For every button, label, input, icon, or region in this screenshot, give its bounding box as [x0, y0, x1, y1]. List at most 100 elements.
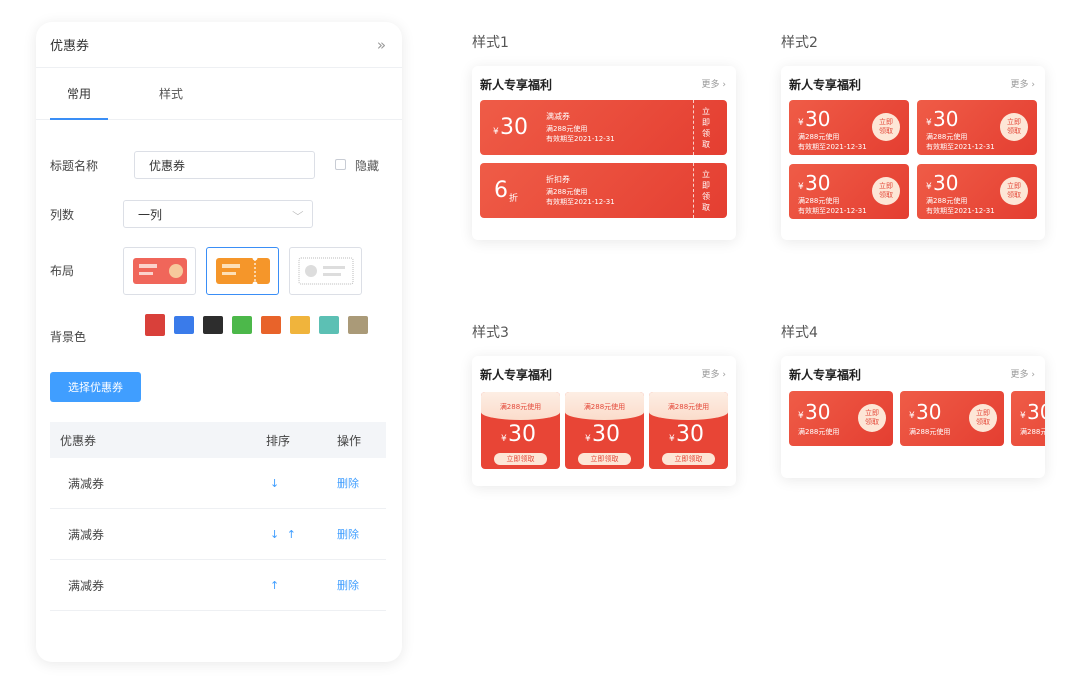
coupon-ticket[interactable]: ¥30 满288元使用 立即领取	[900, 391, 1004, 446]
claim-now-text: 立即领取	[865, 409, 879, 426]
coupon-ticket[interactable]: ¥30 满288元使用 有效期至2021-12-31 立即领取	[917, 164, 1037, 219]
title-name-input[interactable]: 优惠券	[134, 151, 315, 179]
claim-now-button[interactable]: 立即领取	[662, 453, 715, 465]
coupon-name-cell: 满减券	[68, 527, 105, 542]
currency-symbol: ¥	[909, 411, 915, 421]
columns-row: 列数 一列 ⌵	[50, 200, 390, 228]
card-title: 新人专享福利	[480, 368, 553, 382]
claim-now-button[interactable]: 立即领取	[494, 453, 547, 465]
currency-symbol: ¥	[501, 434, 507, 444]
coupon-value: 30	[805, 400, 831, 424]
currency-symbol: ¥	[798, 118, 804, 128]
style3-label: 样式3	[472, 325, 509, 341]
delete-link[interactable]: 删除	[337, 475, 386, 491]
coupon-name: 折扣券	[546, 175, 570, 184]
layout-option-red-card[interactable]	[123, 247, 196, 295]
card-title: 新人专享福利	[789, 368, 862, 382]
layout-label: 布局	[50, 263, 75, 278]
claim-now-text[interactable]: 立即领取	[702, 106, 712, 150]
currency-symbol: ¥	[669, 434, 675, 444]
coupon-condition: 满288元使用	[583, 403, 626, 411]
claim-now-button[interactable]: 立即领取	[1000, 177, 1028, 205]
coupon-expiry: 有效期至2021-12-31	[546, 135, 615, 143]
layout-option-orange-ticket[interactable]	[206, 247, 279, 295]
more-link[interactable]: 更多 ›	[1011, 77, 1035, 90]
coupon-ticket[interactable]: 满288元使用 ¥30 立即领取	[565, 392, 644, 469]
select-coupon-button[interactable]: 选择优惠券	[50, 372, 141, 402]
card-title: 新人专享福利	[480, 78, 553, 92]
coupon-value: 6	[494, 178, 508, 203]
currency-symbol: ¥	[1020, 411, 1026, 421]
claim-now-button[interactable]: 立即领取	[578, 453, 631, 465]
coupon-ticket[interactable]: ¥30满288元使用立即领取	[1011, 391, 1045, 446]
hide-label: 隐藏	[355, 159, 380, 173]
claim-now-text: 立即领取	[879, 118, 893, 135]
coupon-condition: 满288元使用	[926, 133, 968, 141]
coupon-value: 30	[805, 107, 831, 131]
coupon-ticket[interactable]: 满288元使用 ¥30 立即领取	[649, 392, 728, 469]
color-swatch[interactable]	[290, 316, 310, 334]
coupon-value: 30	[1027, 400, 1045, 424]
currency-symbol: ¥	[926, 118, 932, 128]
coupon-ticket[interactable]: 满288元使用 ¥30 立即领取	[481, 392, 560, 469]
coupon-condition: 满288元使用	[909, 428, 951, 436]
claim-now-button[interactable]: 立即领取	[969, 404, 997, 432]
more-link[interactable]: 更多 ›	[702, 367, 726, 380]
color-swatch[interactable]	[232, 316, 252, 334]
coupon-ticket[interactable]: ¥ 30 满减券 满288元使用 有效期至2021-12-31 立即领取	[480, 100, 727, 155]
columns-select[interactable]: 一列 ⌵	[123, 200, 313, 228]
coupon-value: 30	[500, 115, 528, 140]
currency-symbol: ¥	[585, 434, 591, 444]
claim-now-text: 立即领取	[976, 409, 990, 426]
bg-color-label: 背景色	[50, 329, 87, 344]
delete-link[interactable]: 删除	[337, 526, 386, 542]
coupon-expiry: 有效期至2021-12-31	[926, 143, 995, 151]
color-swatch[interactable]	[348, 316, 368, 334]
coupon-condition: 满288元使用	[499, 403, 542, 411]
coupon-ticket[interactable]: ¥30 满288元使用 有效期至2021-12-31 立即领取	[917, 100, 1037, 155]
hide-checkbox[interactable]	[335, 159, 346, 170]
panel-header: 优惠券 »	[36, 22, 402, 68]
sort-arrows[interactable]: ↓ ↑	[260, 528, 337, 541]
collapse-icon[interactable]: »	[377, 36, 386, 54]
sort-arrows[interactable]: ↓	[260, 477, 337, 490]
columns-select-value: 一列	[138, 207, 163, 222]
layout-option-outline-card[interactable]	[289, 247, 362, 295]
tab-bar: 常用 样式	[36, 68, 402, 120]
color-swatch[interactable]	[319, 316, 339, 334]
more-link[interactable]: 更多 ›	[1011, 367, 1035, 380]
coupon-value: 30	[916, 400, 942, 424]
claim-now-button[interactable]: 立即领取	[1000, 113, 1028, 141]
claim-now-button[interactable]: 立即领取	[858, 404, 886, 432]
coupon-condition: 满288元使用	[546, 188, 588, 196]
coupon-ticket[interactable]: ¥30 满288元使用 有效期至2021-12-31 立即领取	[789, 100, 909, 155]
claim-now-button[interactable]: 立即领取	[872, 113, 900, 141]
claim-now-text[interactable]: 立即领取	[702, 169, 712, 213]
coupon-expiry: 有效期至2021-12-31	[926, 207, 995, 215]
tab-style[interactable]: 样式	[142, 68, 200, 119]
coupon-ticket[interactable]: ¥30 满288元使用 有效期至2021-12-31 立即领取	[789, 164, 909, 219]
coupon-condition: 满288元使用	[926, 197, 968, 205]
coupon-ticket[interactable]: ¥30满288元使用立即领取	[789, 391, 893, 446]
tab-common[interactable]: 常用	[50, 68, 108, 120]
color-swatch[interactable]	[203, 316, 223, 334]
table-row: 满减券 ↓ 删除	[50, 458, 386, 509]
more-link[interactable]: 更多 ›	[702, 77, 726, 90]
sort-arrows[interactable]: ↑	[260, 579, 337, 592]
color-swatch[interactable]	[174, 316, 194, 334]
currency-symbol: ¥	[926, 182, 932, 192]
coupon-name-cell: 满减券	[68, 476, 105, 491]
coupon-value: 30	[508, 422, 536, 447]
claim-now-button[interactable]: 立即领取	[872, 177, 900, 205]
columns-label: 列数	[50, 207, 75, 222]
coupon-condition: 满288元使用	[546, 125, 588, 133]
color-swatch[interactable]	[145, 314, 165, 336]
panel-title: 优惠券	[50, 39, 90, 54]
table-row: 满减券 ↑ 删除	[50, 560, 386, 611]
col-header-sort: 排序	[266, 433, 291, 448]
coupon-ticket[interactable]: 6 折 折扣券 满288元使用 有效期至2021-12-31 立即领取	[480, 163, 727, 218]
color-swatch[interactable]	[261, 316, 281, 334]
claim-now-text: 立即领取	[879, 182, 893, 199]
coupon-condition: 满288元使用	[667, 403, 710, 411]
delete-link[interactable]: 删除	[337, 577, 386, 593]
